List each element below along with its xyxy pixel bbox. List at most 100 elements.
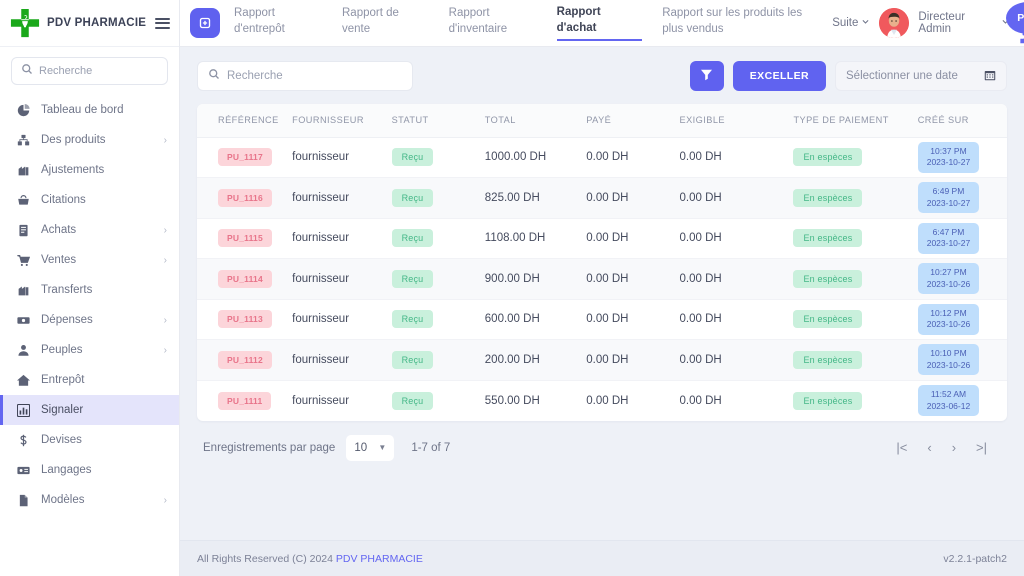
cell-fournisseur: fournisseur xyxy=(292,353,350,366)
user-name-label: Directeur Admin xyxy=(918,11,966,35)
pagination-nav: |< ‹ › >| xyxy=(896,440,1001,455)
payment-type-badge: En espèces xyxy=(793,148,863,167)
pagination-range: 1-7 of 7 xyxy=(411,441,451,454)
search-input[interactable] xyxy=(227,70,402,82)
chevron-down-icon xyxy=(861,17,870,29)
table-header-row: RÉFÉRENCE FOURNISSEUR STATUT TOTAL PAYÉ … xyxy=(197,104,1007,138)
created-on-badge: 10:27 PM 2023-10-26 xyxy=(917,263,980,295)
cell-paye: 0.00 DH xyxy=(586,353,629,366)
sidebar-item-entrepot[interactable]: Entrepôt xyxy=(0,365,179,395)
next-page-button[interactable]: › xyxy=(952,440,956,455)
reference-badge: PU_1113 xyxy=(218,310,272,329)
cell-fournisseur: fournisseur xyxy=(292,151,350,164)
tab-rapport-vente[interactable]: Rapport de vente xyxy=(342,6,429,39)
sidebar-item-devises[interactable]: Devises xyxy=(0,425,179,455)
footer-version: v2.2.1-patch2 xyxy=(943,552,1007,565)
column-header-fournisseur[interactable]: FOURNISSEUR xyxy=(288,104,388,138)
payment-type-badge: En espèces xyxy=(793,188,863,207)
created-time: 10:10 PM xyxy=(930,348,967,359)
sidebar-item-signaler[interactable]: Signaler xyxy=(0,395,179,425)
suite-dropdown[interactable]: Suite xyxy=(832,17,870,29)
first-page-button[interactable]: |< xyxy=(896,440,907,455)
filter-button[interactable] xyxy=(689,61,724,91)
sidebar-item-achats[interactable]: Achats › xyxy=(0,215,179,245)
column-header-total[interactable]: TOTAL xyxy=(480,104,583,138)
sidebar-item-langages[interactable]: Langages xyxy=(0,455,179,485)
sidebar-item-depenses[interactable]: Dépenses › xyxy=(0,305,179,335)
sidebar-item-label: Devises xyxy=(41,434,82,446)
excel-export-button[interactable]: EXCELLER xyxy=(732,61,826,91)
search-icon xyxy=(21,62,33,80)
add-square-icon[interactable] xyxy=(190,8,220,38)
cell-exigible: 0.00 DH xyxy=(679,313,722,326)
last-page-button[interactable]: >| xyxy=(976,440,987,455)
sidebar-item-label: Citations xyxy=(41,194,86,206)
hamburger-menu-icon[interactable] xyxy=(155,17,171,29)
templates-file-icon xyxy=(16,493,30,507)
sidebar-search-wrapper xyxy=(0,47,179,91)
sidebar-item-ajustements[interactable]: Ajustements xyxy=(0,155,179,185)
column-header-paye[interactable]: PAYÉ xyxy=(582,104,676,138)
table-row[interactable]: PU_1114 fournisseur Reçu 900.00 DH 0.00 … xyxy=(197,258,1007,299)
cell-total: 825.00 DH xyxy=(484,191,540,204)
sidebar-search-input[interactable] xyxy=(39,65,158,77)
table-row[interactable]: PU_1111 fournisseur Reçu 550.00 DH 0.00 … xyxy=(197,380,1007,421)
column-header-reference[interactable]: RÉFÉRENCE xyxy=(197,104,289,138)
column-header-statut[interactable]: STATUT xyxy=(387,104,481,138)
status-badge: Reçu xyxy=(391,391,434,410)
table-row[interactable]: PU_1115 fournisseur Reçu 1108.00 DH 0.00… xyxy=(197,218,1007,259)
sidebar-item-label: Entrepôt xyxy=(41,374,85,386)
created-date: 2023-10-26 xyxy=(926,319,971,330)
created-time: 6:49 PM xyxy=(932,186,965,197)
topbar-right: Suite Directeur Admin xyxy=(832,8,1010,38)
payment-type-badge: En espèces xyxy=(793,229,863,248)
footer: All Rights Reserved (C) 2024 PDV PHARMAC… xyxy=(180,540,1024,576)
puzzle-piece-icon xyxy=(1019,32,1024,53)
sidebar-item-ventes[interactable]: Ventes › xyxy=(0,245,179,275)
cell-total: 600.00 DH xyxy=(484,313,540,326)
previous-page-button[interactable]: ‹ xyxy=(927,440,931,455)
created-on-badge: 10:37 PM 2023-10-27 xyxy=(917,141,980,173)
toolbar: EXCELLER Sélectionner une date xyxy=(197,61,1007,91)
created-date: 2023-10-26 xyxy=(926,359,971,370)
sidebar-search-box[interactable] xyxy=(11,57,168,85)
sidebar-item-transferts[interactable]: Transferts xyxy=(0,275,179,305)
status-badge: Reçu xyxy=(391,269,434,288)
tab-rapport-inventaire[interactable]: Rapport d'inventaire xyxy=(449,6,537,39)
table-row[interactable]: PU_1113 fournisseur Reçu 600.00 DH 0.00 … xyxy=(197,299,1007,340)
footer-brand-link[interactable]: PDV PHARMACIE xyxy=(336,553,423,565)
tab-rapport-entrepot[interactable]: Rapport d'entrepôt xyxy=(234,6,322,39)
table-row[interactable]: PU_1117 fournisseur Reçu 1000.00 DH 0.00… xyxy=(197,137,1007,178)
table-row[interactable]: PU_1112 fournisseur Reçu 200.00 DH 0.00 … xyxy=(197,339,1007,380)
sidebar-item-des-produits[interactable]: Des produits › xyxy=(0,125,179,155)
date-picker[interactable]: Sélectionner une date xyxy=(835,61,1007,91)
sidebar-item-label: Ajustements xyxy=(41,164,105,176)
suite-label: Suite xyxy=(832,17,859,29)
sidebar-item-label: Ventes xyxy=(41,254,77,266)
cell-total: 550.00 DH xyxy=(484,394,540,407)
table-row[interactable]: PU_1116 fournisseur Reçu 825.00 DH 0.00 … xyxy=(197,177,1007,218)
table-body: PU_1117 fournisseur Reçu 1000.00 DH 0.00… xyxy=(197,137,1007,421)
sidebar-item-tableau-de-bord[interactable]: Tableau de bord xyxy=(0,95,179,125)
tab-rapport-achat[interactable]: Rapport d'achat xyxy=(556,5,643,42)
user-menu[interactable]: Directeur Admin xyxy=(918,11,1010,35)
column-header-exigible[interactable]: EXIGIBLE xyxy=(675,104,790,138)
status-badge: Reçu xyxy=(391,148,434,167)
sidebar-item-peuples[interactable]: Peuples › xyxy=(0,335,179,365)
column-header-cree-sur[interactable]: CRÉÉ SUR xyxy=(913,104,1007,138)
search-box[interactable] xyxy=(197,61,413,91)
cell-fournisseur: fournisseur xyxy=(292,272,350,285)
column-header-type-paiement[interactable]: TYPE DE PAIEMENT xyxy=(789,104,914,138)
chevron-right-icon: › xyxy=(163,494,167,506)
created-date: 2023-10-26 xyxy=(926,278,971,289)
created-date: 2023-10-27 xyxy=(926,238,971,249)
tab-rapport-produits-plus-vendus[interactable]: Rapport sur les produits les plus vendus xyxy=(662,6,812,39)
sidebar-item-citations[interactable]: Citations xyxy=(0,185,179,215)
sidebar-item-label: Transferts xyxy=(41,284,93,296)
created-on-badge: 6:47 PM 2023-10-27 xyxy=(917,222,980,254)
avatar[interactable] xyxy=(879,8,910,38)
sidebar-item-modeles[interactable]: Modèles › xyxy=(0,485,179,515)
created-date: 2023-10-27 xyxy=(926,197,971,208)
records-per-page-select[interactable]: 10 ▼ xyxy=(346,434,395,461)
cell-paye: 0.00 DH xyxy=(586,232,629,245)
